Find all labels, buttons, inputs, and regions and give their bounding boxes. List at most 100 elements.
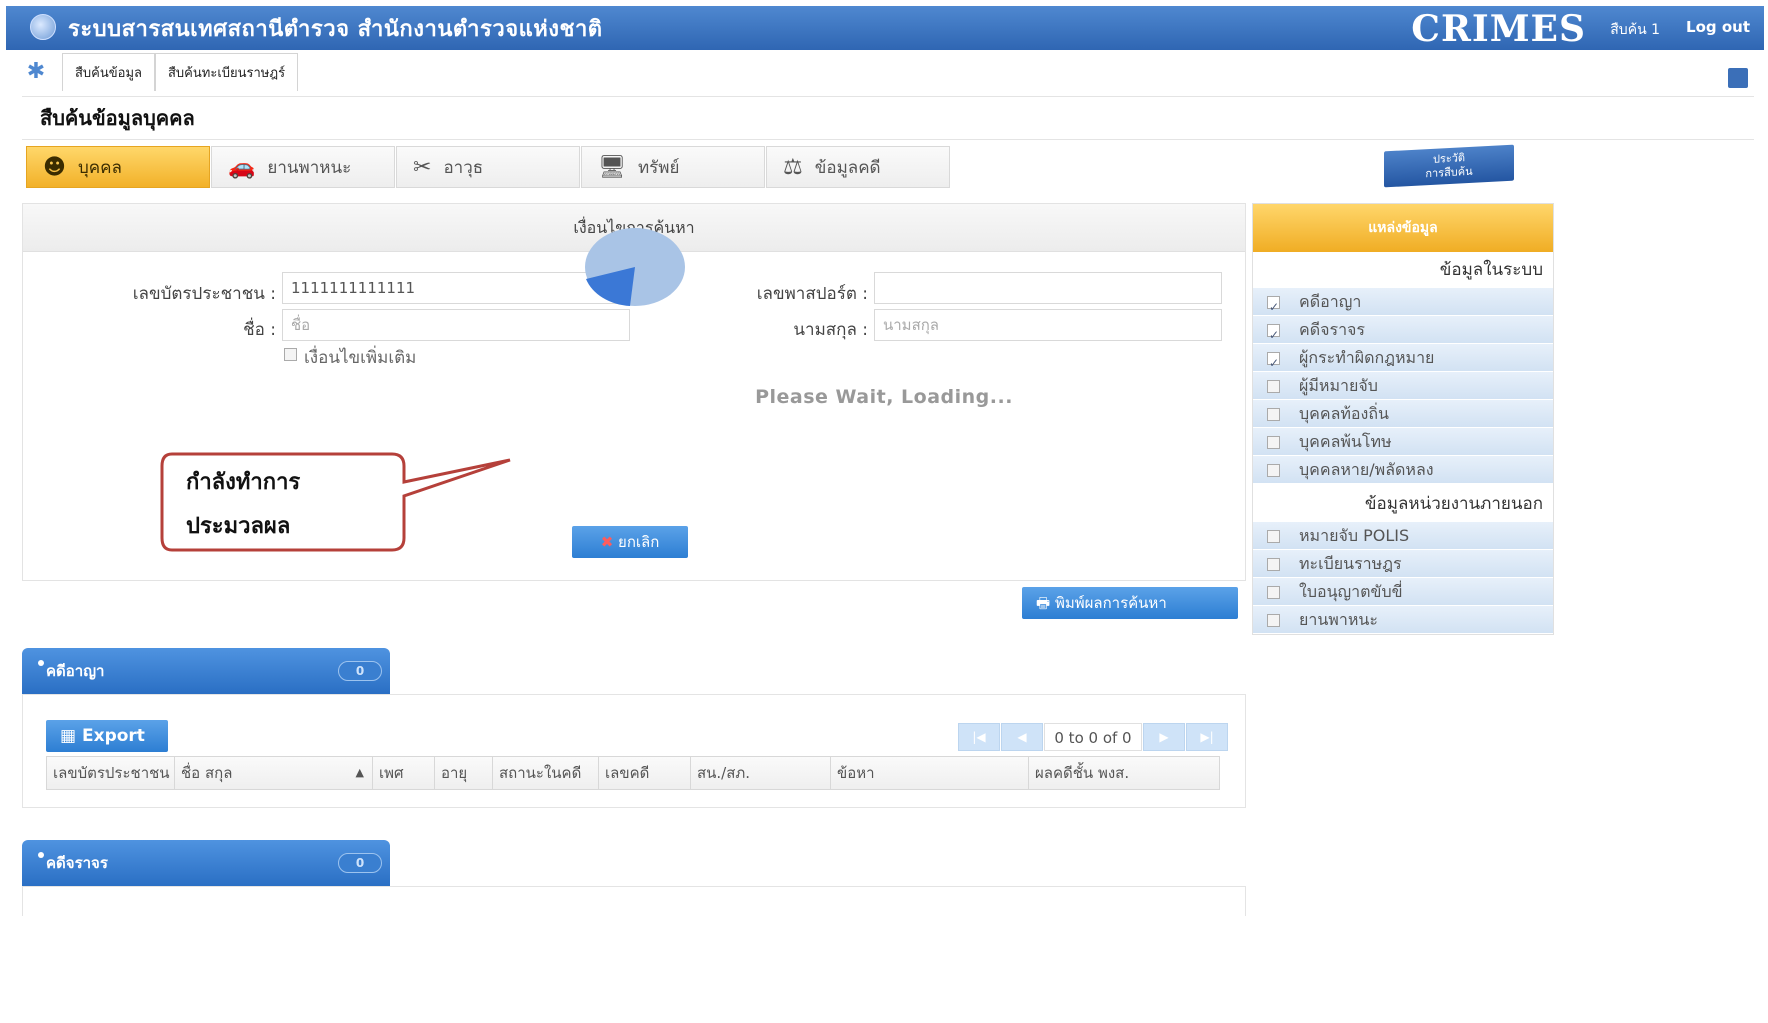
source-item-vehicle[interactable]: ยานพาหนะ	[1253, 606, 1553, 634]
source-checkbox[interactable]	[1267, 321, 1280, 349]
source-checkbox[interactable]	[1267, 530, 1280, 543]
column-header[interactable]: สน./สภ.	[691, 757, 831, 789]
tab-label: อาวุธ	[443, 157, 484, 178]
name-label: ชื่อ :	[243, 320, 276, 340]
criminal-case-results-tab[interactable]: คดีอาญา 0	[22, 648, 390, 694]
logout-link[interactable]: Log out	[1686, 18, 1750, 36]
source-checkbox[interactable]	[1267, 464, 1280, 477]
column-header[interactable]: เลขบัตรประชาชน	[47, 757, 175, 789]
print-label: พิมพ์ผลการค้นหา	[1054, 594, 1167, 612]
id-card-label: เลขบัตรประชาชน :	[132, 284, 276, 304]
source-item-missing-person[interactable]: บุคคลหาย/พลัดหลง	[1253, 456, 1553, 484]
source-checkbox[interactable]	[1267, 380, 1280, 393]
column-header[interactable]: เลขคดี	[599, 757, 691, 789]
weapon-icon: ✂	[413, 154, 432, 180]
source-item-released-prisoner[interactable]: บุคคลพ้นโทษ	[1253, 428, 1553, 456]
spreadsheet-icon: ▦	[60, 726, 82, 746]
column-header[interactable]: สถานะในคดี	[493, 757, 599, 789]
tab-case-info[interactable]: ⚖ ข้อมูลคดี	[766, 146, 950, 188]
cancel-button[interactable]: ✖ ยกเลิก	[572, 526, 688, 558]
traffic-case-results-panel	[22, 886, 1246, 916]
source-label: ยานพาหนะ	[1299, 610, 1378, 629]
menu-item-search-registry[interactable]: สืบค้นทะเบียนราษฎร์	[155, 53, 299, 91]
source-item-civil-registry[interactable]: ทะเบียนราษฎร	[1253, 550, 1553, 578]
results-count-badge: 0	[338, 661, 382, 681]
page: ระบบสารสนเทศสถานีตำรวจ สำนักงานตำรวจแห่ง…	[0, 0, 1768, 1023]
source-item-driving-license[interactable]: ใบอนุญาตขับขี่	[1253, 578, 1553, 606]
last-page-button[interactable]: ▶|	[1186, 723, 1228, 751]
print-results-button[interactable]: 🖶 พิมพ์ผลการค้นหา	[1022, 587, 1238, 619]
tab-vehicle[interactable]: 🚗 ยานพาหนะ	[211, 146, 395, 188]
source-item-offender[interactable]: ผู้กระทำผิดกฎหมาย	[1253, 344, 1553, 377]
first-page-button[interactable]: |◀	[958, 723, 1000, 751]
data-source-sidebar: แหล่งข้อมูล ข้อมูลในระบบ คดีอาญา คดีจราจ…	[1252, 203, 1554, 635]
source-checkbox[interactable]	[1267, 586, 1280, 599]
top-bar: ระบบสารสนเทศสถานีตำรวจ สำนักงานตำรวจแห่ง…	[6, 6, 1764, 50]
column-header[interactable]: อายุ	[435, 757, 493, 789]
column-header-sorted[interactable]: ชื่อ สกุล ▲	[175, 757, 373, 789]
name-input[interactable]	[282, 309, 630, 341]
export-label: Export	[81, 726, 145, 746]
callout-line-2: ประมวลผล	[186, 513, 291, 539]
callout-text: กำลังทำการ ประมวลผล	[186, 460, 366, 548]
id-card-input[interactable]	[282, 272, 630, 304]
user-name: สืบค้น 1	[1610, 22, 1660, 38]
loading-spinner-icon	[585, 228, 685, 306]
tab-label: ยานพาหนะ	[267, 157, 352, 178]
cancel-label: ยกเลิก	[618, 533, 660, 551]
source-item-traffic-case[interactable]: คดีจราจร	[1253, 316, 1553, 349]
column-header[interactable]: ผลคดีชั้น พงส.	[1029, 757, 1219, 789]
results-table-header: เลขบัตรประชาชน ชื่อ สกุล ▲ เพศ อายุ สถาน…	[46, 756, 1220, 790]
column-header-label: ชื่อ สกุล	[181, 764, 233, 782]
source-checkbox[interactable]	[1267, 293, 1280, 321]
person-icon: ☻	[43, 154, 66, 180]
computer-icon: 🖥	[598, 154, 626, 180]
printer-icon: 🖶	[1036, 594, 1055, 612]
extra-conditions-checkbox[interactable]	[284, 348, 297, 361]
source-label: บุคคลหาย/พลัดหลง	[1299, 460, 1434, 479]
search-history-button[interactable]: ประวัติ การสืบค้น	[1384, 144, 1514, 188]
internal-data-group: ข้อมูลในระบบ	[1439, 260, 1543, 280]
close-icon: ✖	[600, 533, 619, 551]
surname-label: นามสกุล :	[793, 320, 868, 340]
window-icon[interactable]	[1728, 68, 1748, 88]
next-page-button[interactable]: ▶	[1143, 723, 1185, 751]
traffic-case-results-tab[interactable]: คดีจราจร 0	[22, 840, 390, 886]
prev-page-button[interactable]: ◀	[1001, 723, 1043, 751]
surname-input[interactable]	[874, 309, 1222, 341]
passport-input[interactable]	[874, 272, 1222, 304]
source-checkbox[interactable]	[1267, 349, 1280, 377]
source-checkbox[interactable]	[1267, 614, 1280, 627]
source-item-polis-warrant[interactable]: หมายจับ POLIS	[1253, 522, 1553, 550]
column-header[interactable]: เพศ	[373, 757, 435, 789]
tab-weapon[interactable]: ✂ อาวุธ	[396, 146, 580, 188]
source-label: หมายจับ POLIS	[1299, 526, 1410, 545]
data-source-heading: แหล่งข้อมูล	[1253, 204, 1553, 252]
gear-icon[interactable]: ✱	[22, 58, 50, 86]
police-logo-icon	[20, 6, 64, 50]
source-item-local-person[interactable]: บุคคลท้องถิ่น	[1253, 400, 1553, 428]
callout-line-1: กำลังทำการ	[186, 469, 301, 495]
export-button[interactable]: ▦ Export	[46, 720, 168, 752]
source-label: ใบอนุญาตขับขี่	[1299, 582, 1403, 601]
bullet-icon	[38, 660, 44, 666]
source-checkbox[interactable]	[1267, 558, 1280, 571]
tab-label: บุคคล	[77, 157, 122, 178]
source-label: ทะเบียนราษฎร	[1299, 554, 1402, 573]
source-item-warrant[interactable]: ผู้มีหมายจับ	[1253, 372, 1553, 400]
car-icon: 🚗	[228, 154, 256, 180]
main-menu: ✱ สืบค้นข้อมูล สืบค้นทะเบียนราษฎร์	[22, 52, 299, 92]
column-header[interactable]: ข้อหา	[831, 757, 1029, 789]
tab-property[interactable]: 🖥 ทรัพย์	[581, 146, 765, 188]
pagination: |◀ ◀ 0 to 0 of 0 ▶ ▶|	[958, 722, 1229, 752]
search-type-tabs: ☻ บุคคล 🚗 ยานพาหนะ ✂ อาวุธ 🖥 ทรัพย์ ⚖ ข้…	[26, 146, 951, 188]
source-checkbox[interactable]	[1267, 408, 1280, 421]
tab-person[interactable]: ☻ บุคคล	[26, 146, 210, 188]
source-checkbox[interactable]	[1267, 436, 1280, 449]
menu-item-search-data[interactable]: สืบค้นข้อมูล	[62, 53, 155, 91]
results-count-badge: 0	[338, 853, 382, 873]
results-title: คดีอาญา	[46, 662, 105, 680]
source-label: บุคคลท้องถิ่น	[1299, 404, 1389, 423]
source-label: บุคคลพ้นโทษ	[1299, 432, 1392, 451]
source-item-criminal-case[interactable]: คดีอาญา	[1253, 288, 1553, 321]
